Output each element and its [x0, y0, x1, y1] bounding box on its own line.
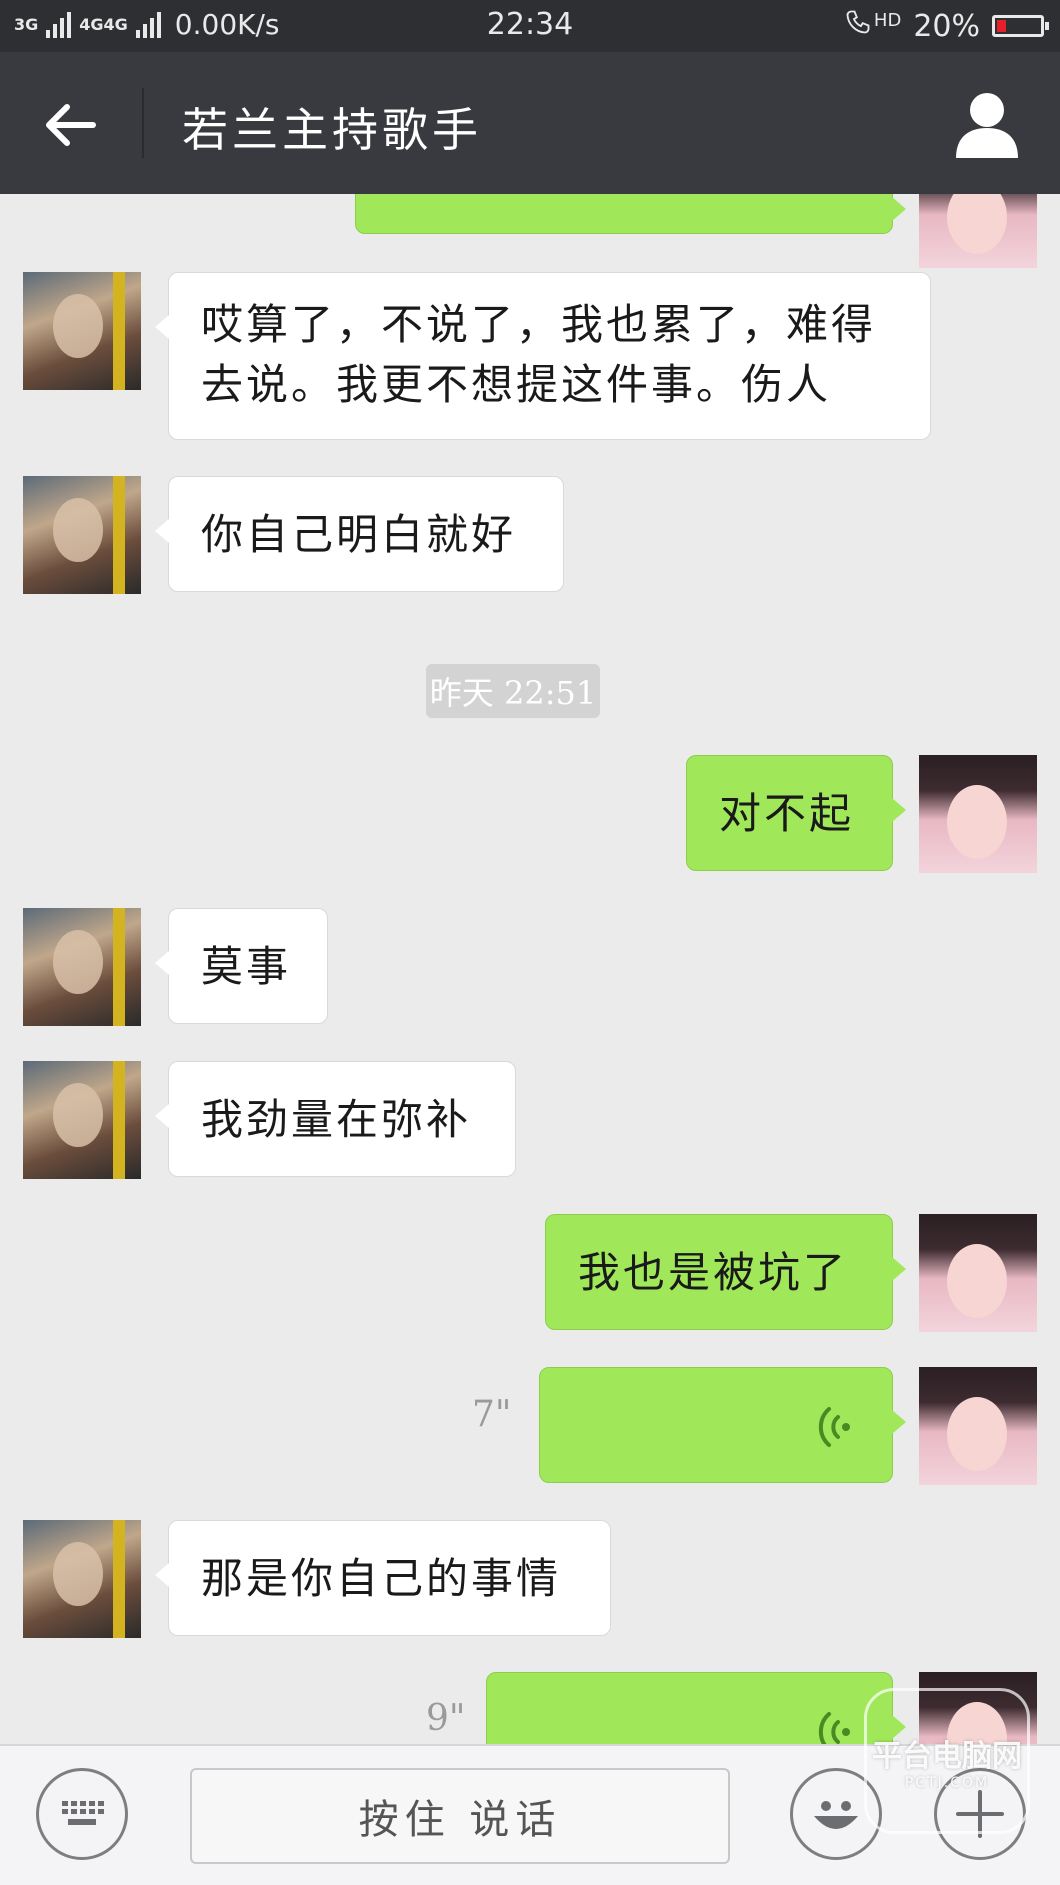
- avatar-contact[interactable]: [23, 1061, 141, 1179]
- avatar-self[interactable]: [919, 194, 1037, 268]
- voice-wave-icon: [818, 1407, 850, 1447]
- message-text: 哎算了，不说了，我也累了，难得去说。我更不想提这件事。伤人: [201, 300, 877, 409]
- avatar-self[interactable]: [919, 755, 1037, 873]
- message-bubble-incoming[interactable]: 莫事: [155, 908, 328, 1024]
- profile-button[interactable]: [954, 90, 1020, 160]
- title-divider: [142, 88, 144, 158]
- battery-level: [997, 20, 1007, 32]
- avatar-contact[interactable]: [23, 1520, 141, 1638]
- message-bubble-outgoing[interactable]: [355, 194, 906, 234]
- chat-title: 若兰主持歌手: [182, 103, 482, 157]
- message-bubble-incoming[interactable]: 那是你自己的事情: [155, 1520, 611, 1636]
- avatar-contact[interactable]: [23, 476, 141, 594]
- message-text: 对不起: [719, 789, 855, 838]
- status-bar: 3G 4G4G 0.00K/s 22:34 HD 20%: [0, 0, 1060, 52]
- back-button[interactable]: [30, 90, 110, 160]
- watermark-sub: PCTJ.COM: [904, 1775, 990, 1791]
- keyboard-icon: [62, 1801, 104, 1825]
- message-bubble-outgoing[interactable]: 对不起: [686, 755, 906, 871]
- message-text: 我劲量在弥补: [201, 1095, 472, 1144]
- hold-to-talk-button[interactable]: 按住 说话: [190, 1768, 730, 1864]
- avatar-self[interactable]: [919, 1367, 1037, 1485]
- watermark-text: 平台电脑网: [872, 1739, 1022, 1774]
- message-bubble-incoming[interactable]: 你自己明白就好: [155, 476, 564, 592]
- chat-area[interactable]: 哎算了，不说了，我也累了，难得去说。我更不想提这件事。伤人 你自己明白就好 昨天…: [0, 194, 1060, 1744]
- battery-percent: 20%: [913, 8, 980, 44]
- arrow-left-icon: [46, 104, 96, 146]
- voice-duration: 9": [426, 1698, 466, 1739]
- voice-duration: 7": [472, 1394, 512, 1435]
- smiley-icon: [814, 1801, 858, 1829]
- title-bar: 若兰主持歌手: [0, 52, 1060, 194]
- hd-label: HD: [873, 9, 902, 31]
- avatar-self[interactable]: [919, 1214, 1037, 1332]
- voice-message-outgoing[interactable]: [539, 1367, 906, 1483]
- avatar-contact[interactable]: [23, 272, 141, 390]
- timestamp-chip: 昨天 22:51: [426, 664, 600, 718]
- message-text: 我也是被坑了: [578, 1248, 849, 1297]
- message-text: 莫事: [201, 942, 292, 991]
- voice-wave-icon: [818, 1712, 850, 1744]
- avatar-contact[interactable]: [23, 908, 141, 1026]
- keyboard-toggle-button[interactable]: [36, 1768, 128, 1860]
- message-bubble-incoming[interactable]: 哎算了，不说了，我也累了，难得去说。我更不想提这件事。伤人: [155, 272, 931, 440]
- phone-icon: [844, 8, 872, 44]
- message-bubble-incoming[interactable]: 我劲量在弥补: [155, 1061, 516, 1177]
- battery-icon: [992, 15, 1049, 37]
- message-bubble-outgoing[interactable]: 我也是被坑了: [545, 1214, 906, 1330]
- status-right: HD 20%: [844, 8, 1049, 44]
- watermark-logo: 平台电脑网 PCTJ.COM: [864, 1688, 1030, 1834]
- message-text: 那是你自己的事情: [201, 1554, 562, 1603]
- person-icon: [956, 93, 1018, 158]
- message-text: 你自己明白就好: [201, 510, 517, 559]
- voice-message-outgoing[interactable]: [486, 1672, 906, 1744]
